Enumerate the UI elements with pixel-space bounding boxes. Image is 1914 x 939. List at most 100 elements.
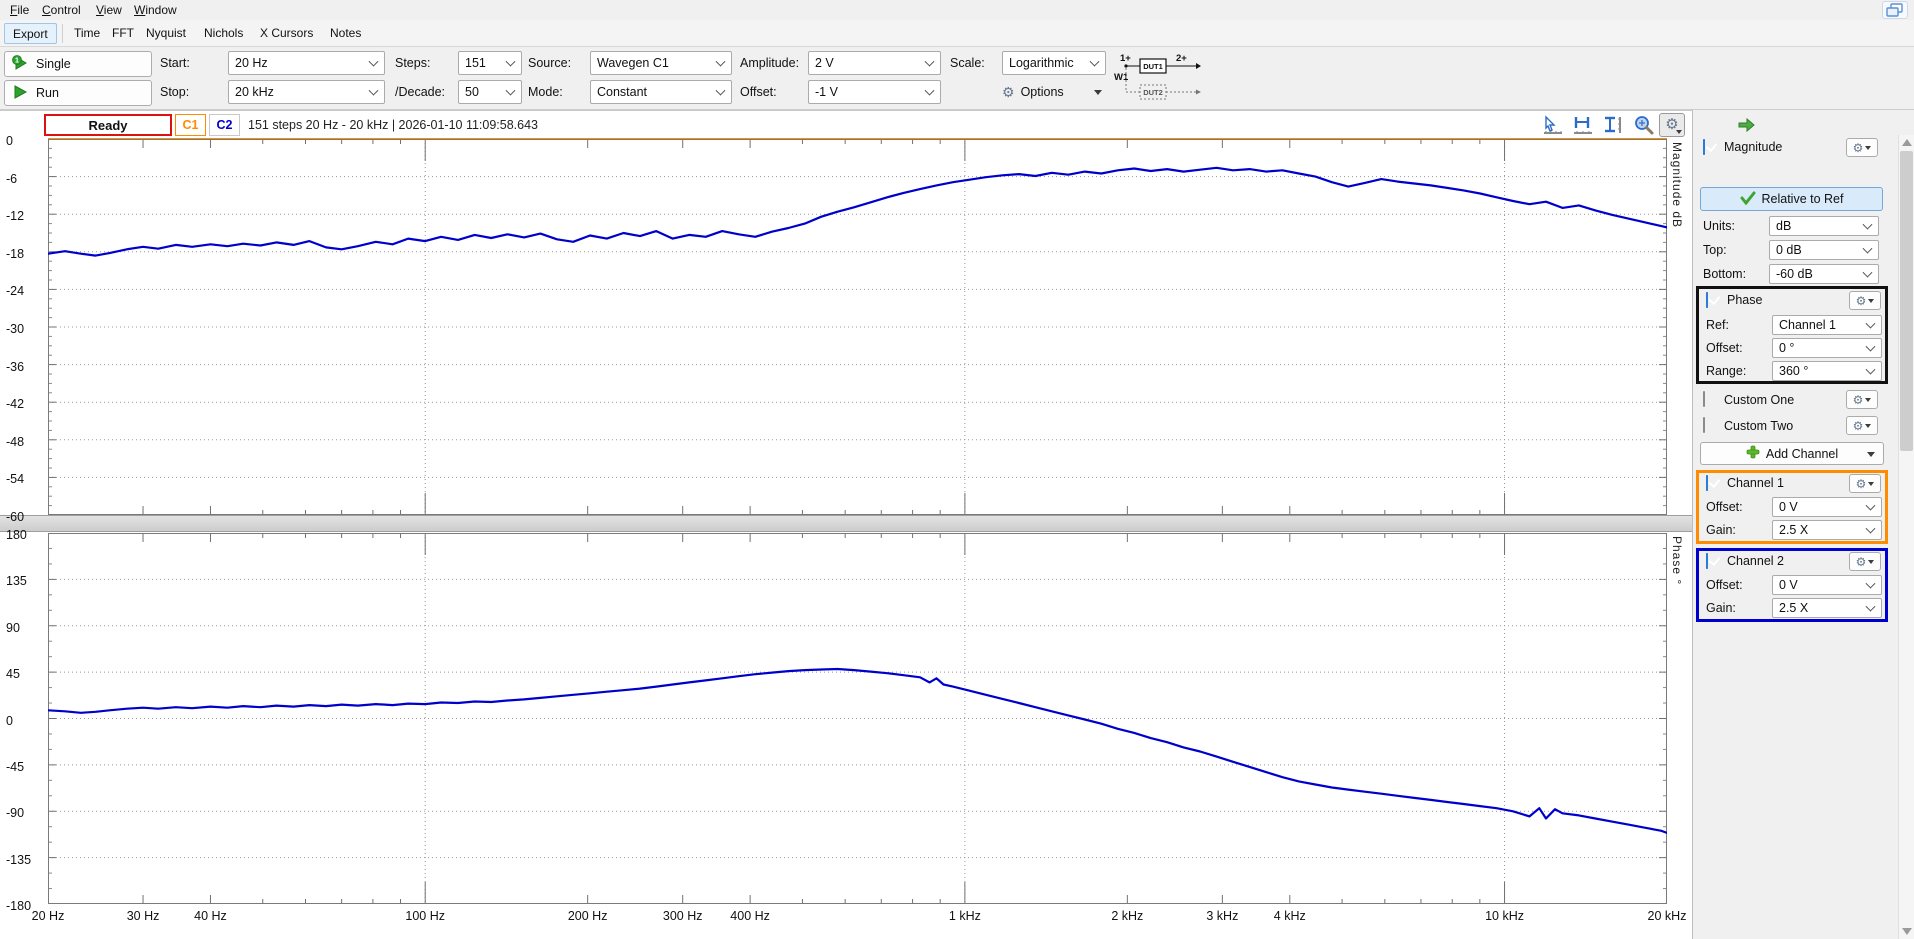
cascade-windows-icon[interactable] <box>1882 1 1908 19</box>
custom-one-row: Custom One ⚙ <box>1693 390 1893 412</box>
x-axis-label: 200 Hz <box>556 908 620 924</box>
add-channel-button[interactable]: Add Channel <box>1700 442 1884 465</box>
tab-export[interactable]: Export <box>4 23 57 44</box>
magnitude-gear-icon[interactable]: ⚙ <box>1846 138 1878 157</box>
track-cursor-icon[interactable] <box>1540 113 1566 137</box>
phase-group-title: Phase <box>1727 292 1762 308</box>
channel2-offset-dropdown[interactable]: 0 V <box>1772 575 1882 595</box>
scale-label: Scale: <box>950 50 985 76</box>
channel2-badge[interactable]: C2 <box>209 114 240 136</box>
horizontal-cursors-icon[interactable] <box>1570 113 1596 137</box>
phase-gear-icon[interactable]: ⚙ <box>1849 291 1881 310</box>
x-axis-label: 20 Hz <box>16 908 80 924</box>
panel-scrollbar[interactable] <box>1898 135 1914 939</box>
y-axis-label: -18 <box>6 246 46 262</box>
custom-one-gear-icon[interactable]: ⚙ <box>1846 390 1878 409</box>
magnitude-checkbox[interactable] <box>1703 139 1705 155</box>
chevron-down-icon <box>1090 57 1100 67</box>
tab-time[interactable]: Time <box>66 23 108 44</box>
channel2-group-title: Channel 2 <box>1727 553 1784 569</box>
tab-notes[interactable]: Notes <box>322 23 369 44</box>
channel2-gain-dropdown[interactable]: 2.5 X <box>1772 598 1882 618</box>
bottom-dropdown[interactable]: -60 dB <box>1769 264 1879 284</box>
source-label: Source: <box>528 50 571 76</box>
relative-to-ref-button[interactable]: Relative to Ref <box>1700 187 1883 211</box>
plot-area: Magnitude dB Phase ° 0-6-12-18-24-30-36-… <box>0 138 1692 939</box>
chevron-down-icon <box>1094 90 1102 95</box>
channel2-gain-label: Gain: <box>1706 598 1736 618</box>
custom-one-label: Custom One <box>1724 392 1794 408</box>
amplitude-dropdown[interactable]: 2 V <box>808 51 941 75</box>
custom-two-row: Custom Two ⚙ <box>1693 416 1893 438</box>
data-trace <box>48 168 1667 256</box>
channel1-group: Channel 1 ⚙ Offset: 0 V Gain: 2.5 X <box>1696 470 1888 544</box>
chevron-down-icon <box>1867 452 1875 457</box>
scrollbar-thumb[interactable] <box>1900 151 1913 451</box>
scroll-up-icon[interactable] <box>1902 139 1912 146</box>
menu-file[interactable]: File <box>4 2 35 19</box>
plot-splitter-handle[interactable] <box>0 515 1692 532</box>
phase-group: Phase ⚙ Ref: Channel 1 Offset: 0 ° Range… <box>1696 286 1888 384</box>
diagram-output-label: 2+ <box>1176 53 1187 64</box>
scroll-down-icon[interactable] <box>1902 928 1912 935</box>
x-axis-label: 30 Hz <box>111 908 175 924</box>
range-dropdown[interactable]: 360 ° <box>1772 361 1882 381</box>
mode-dropdown[interactable]: Constant <box>590 80 732 104</box>
data-trace <box>48 669 1667 833</box>
custom-two-checkbox[interactable] <box>1703 417 1705 433</box>
menu-view[interactable]: View <box>90 2 128 19</box>
gear-icon: ⚙ <box>1002 85 1015 99</box>
phase-plot[interactable] <box>48 533 1667 904</box>
dut-wiring-diagram: 1+ W1 DUT1 2+ DUT2 <box>1112 50 1202 106</box>
amplitude-label: Amplitude: <box>740 50 799 76</box>
vertical-cursors-icon[interactable] <box>1600 113 1626 137</box>
channel2-gear-icon[interactable]: ⚙ <box>1849 552 1881 571</box>
single-button[interactable]: 1 Single <box>4 51 152 77</box>
custom-one-checkbox[interactable] <box>1703 391 1705 407</box>
steps-dropdown[interactable]: 151 <box>458 51 522 75</box>
channel2-checkbox[interactable] <box>1706 553 1708 569</box>
source-dropdown[interactable]: Wavegen C1 <box>590 51 732 75</box>
channel1-badge[interactable]: C1 <box>175 114 206 136</box>
tab-nichols[interactable]: Nichols <box>196 23 251 44</box>
per-decade-dropdown[interactable]: 50 <box>458 80 522 104</box>
menu-window[interactable]: Window <box>128 2 183 19</box>
channel1-checkbox[interactable] <box>1706 475 1708 491</box>
scale-dropdown[interactable]: Logarithmic <box>1002 51 1106 75</box>
phase-offset-dropdown[interactable]: 0 ° <box>1772 338 1882 358</box>
plot-border <box>49 534 1667 904</box>
y-axis-label: -24 <box>6 283 46 299</box>
range-label: Range: <box>1706 361 1746 381</box>
run-button[interactable]: Run <box>4 80 152 106</box>
stop-dropdown[interactable]: 20 kHz <box>228 80 385 104</box>
plot-settings-icon[interactable]: ⚙ <box>1659 113 1685 137</box>
units-dropdown[interactable]: dB <box>1769 216 1879 236</box>
y-axis-label: -30 <box>6 321 46 337</box>
tab-x-cursors[interactable]: X Cursors <box>252 23 321 44</box>
options-dropdown[interactable]: ⚙ Options <box>1002 80 1106 104</box>
play-single-icon: 1 <box>11 54 29 75</box>
channel1-offset-dropdown[interactable]: 0 V <box>1772 497 1882 517</box>
y-axis-label: -42 <box>6 396 46 412</box>
top-dropdown[interactable]: 0 dB <box>1769 240 1879 260</box>
zoom-icon[interactable] <box>1631 113 1657 137</box>
phase-checkbox[interactable] <box>1706 292 1708 308</box>
x-axis-label: 20 kHz <box>1635 908 1699 924</box>
diagram-input-label: 1+ <box>1120 53 1131 64</box>
diagram-dut1-label: DUT1 <box>1143 62 1163 71</box>
play-run-icon <box>11 83 29 104</box>
custom-two-gear-icon[interactable]: ⚙ <box>1846 416 1878 435</box>
phase-offset-label: Offset: <box>1706 338 1743 358</box>
y-axis-label: -36 <box>6 359 46 375</box>
start-dropdown[interactable]: 20 Hz <box>228 51 385 75</box>
channel1-gain-dropdown[interactable]: 2.5 X <box>1772 520 1882 540</box>
channel1-gear-icon[interactable]: ⚙ <box>1849 474 1881 493</box>
collapse-panel-icon[interactable] <box>1737 118 1755 135</box>
offset-dropdown[interactable]: -1 V <box>808 80 941 104</box>
phase-axis-title: Phase ° <box>1670 536 1684 585</box>
tab-fft[interactable]: FFT <box>104 23 142 44</box>
tab-nyquist[interactable]: Nyquist <box>138 23 194 44</box>
menu-control[interactable]: Control <box>36 2 87 19</box>
magnitude-plot[interactable] <box>48 139 1667 515</box>
ref-dropdown[interactable]: Channel 1 <box>1772 315 1882 335</box>
